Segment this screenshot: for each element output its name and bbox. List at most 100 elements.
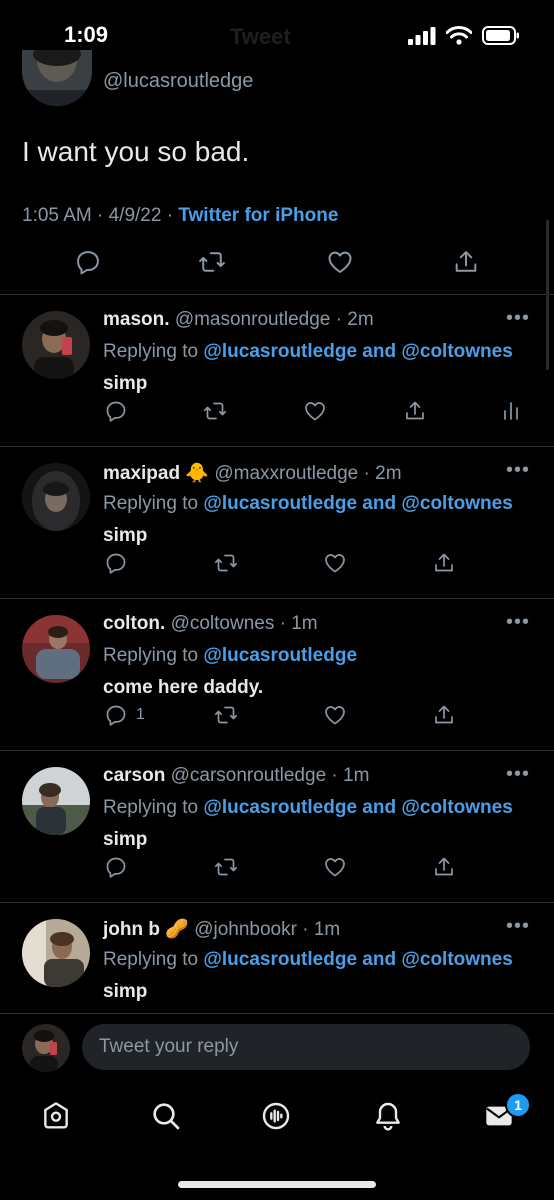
heart-icon [305,402,325,421]
reply-age: 1m [313,919,341,940]
reply-icon [106,705,126,726]
reply-avatar[interactable] [22,311,90,379]
reply-name[interactable]: maxipad [103,463,180,484]
retweet-icon [199,252,225,272]
share-button[interactable] [452,248,480,276]
reply-handle[interactable]: @coltownes [171,613,275,634]
like-button[interactable] [303,399,327,423]
reply-icon [106,553,126,574]
retweet-button[interactable] [214,855,238,879]
replying-label: Replying to [103,645,199,666]
main-tweet-avatar[interactable] [22,50,92,106]
nav-notifications[interactable] [372,1100,404,1132]
share-button[interactable] [432,551,456,575]
reply-text: come here daddy. [103,677,264,698]
reply-icon [106,857,126,878]
home-indicator[interactable] [178,1181,376,1188]
home-icon [44,1102,68,1129]
replying-to: Replying to @lucasroutledge [103,645,357,667]
replying-label: Replying to [103,797,199,818]
retweet-icon [203,402,227,420]
share-button[interactable] [403,399,427,423]
retweet-icon [214,554,238,572]
retweet-button[interactable] [198,248,226,276]
like-button[interactable] [323,855,347,879]
reply-handle[interactable]: @carsonroutledge [171,765,327,786]
nav-search[interactable] [150,1100,182,1132]
share-button[interactable] [432,703,456,727]
reply-avatar[interactable] [22,767,90,835]
share-icon [435,553,453,572]
share-button[interactable] [432,855,456,879]
reply-button[interactable] [104,551,136,575]
reply-handle[interactable]: @maxxroutledge [214,463,358,484]
tweet-time: 1:05 AM [22,205,92,226]
user-avatar[interactable] [22,1024,70,1072]
reply-name[interactable]: colton. [103,613,165,634]
nav-home[interactable] [40,1100,72,1132]
main-tweet-actions [0,248,554,282]
reply-name[interactable]: john b [103,919,160,940]
reply-header: john b 🥜 @johnbookr · 1m [103,917,340,941]
reply-name[interactable]: carson [103,765,165,786]
more-options-icon[interactable]: ••• [506,307,530,330]
replying-mentions[interactable]: @lucasroutledge and @coltownes [203,797,512,818]
reply-dot: · [363,463,370,484]
reply-header: mason. @masonroutledge · 2m [103,309,374,331]
bell-icon [376,1102,400,1131]
retweet-button[interactable] [214,551,238,575]
more-options-icon[interactable]: ••• [506,763,530,786]
analytics-icon [504,402,518,420]
nav-spaces[interactable] [260,1100,292,1132]
reply-input[interactable] [82,1024,530,1070]
more-options-icon[interactable]: ••• [506,915,530,938]
reply-item[interactable]: colton. @coltownes · 1m ••• Replying to … [0,599,554,751]
analytics-button[interactable] [499,399,523,423]
status-time: 1:09 [64,22,109,47]
reply-item[interactable]: mason. @masonroutledge · 2m ••• Replying… [0,295,554,447]
reply-avatar[interactable] [22,463,90,531]
reply-button[interactable] [74,248,102,276]
reply-avatar[interactable] [22,615,90,683]
reply-handle[interactable]: @johnbookr [194,919,297,940]
reply-item[interactable]: carson @carsonroutledge · 1m ••• Replyin… [0,751,554,903]
battery-icon [482,26,519,45]
replying-mentions[interactable]: @lucasroutledge [203,645,357,666]
replying-mentions[interactable]: @lucasroutledge and @coltownes [203,493,512,514]
reply-handle[interactable]: @masonroutledge [175,309,331,330]
reply-text: simp [103,829,148,850]
retweet-button[interactable] [214,703,238,727]
spaces-icon [262,1102,290,1130]
replying-mentions[interactable]: @lucasroutledge and @coltownes [203,341,512,362]
more-options-icon[interactable]: ••• [506,459,530,482]
reply-item[interactable]: maxipad 🐥 @maxxroutledge · 2m ••• Replyi… [0,447,554,599]
replying-mentions[interactable]: @lucasroutledge and @coltownes [203,949,512,970]
reply-actions [0,855,554,881]
tweet-source-link[interactable]: Twitter for iPhone [178,205,338,226]
reply-button[interactable] [104,855,136,879]
reply-name[interactable]: mason. [103,309,170,330]
like-button[interactable] [326,248,354,276]
reply-avatar[interactable] [22,919,90,987]
like-button[interactable] [323,551,347,575]
replying-to: Replying to @lucasroutledge and @coltown… [103,797,513,819]
scrollbar[interactable] [546,220,549,370]
reply-actions: 1 [0,703,554,729]
more-options-icon[interactable]: ••• [506,611,530,634]
like-button[interactable] [323,703,347,727]
share-icon [455,251,477,272]
retweet-button[interactable] [203,399,227,423]
reply-button[interactable] [104,399,136,423]
main-tweet-handle[interactable]: @lucasroutledge [103,70,253,93]
retweet-icon [214,706,238,724]
search-icon [153,1103,180,1130]
reply-item[interactable]: john b 🥜 @johnbookr · 1m ••• Replying to… [0,903,554,1013]
heart-icon [325,706,345,725]
replying-label: Replying to [103,493,199,514]
nav-messages[interactable]: 1 [483,1092,531,1132]
replying-to: Replying to @lucasroutledge and @coltown… [103,493,513,515]
reply-dot: · [302,919,309,940]
reply-button[interactable]: 1 [104,703,145,727]
reply-header: carson @carsonroutledge · 1m [103,765,369,787]
tweet-date: 4/9/22 [108,205,162,226]
